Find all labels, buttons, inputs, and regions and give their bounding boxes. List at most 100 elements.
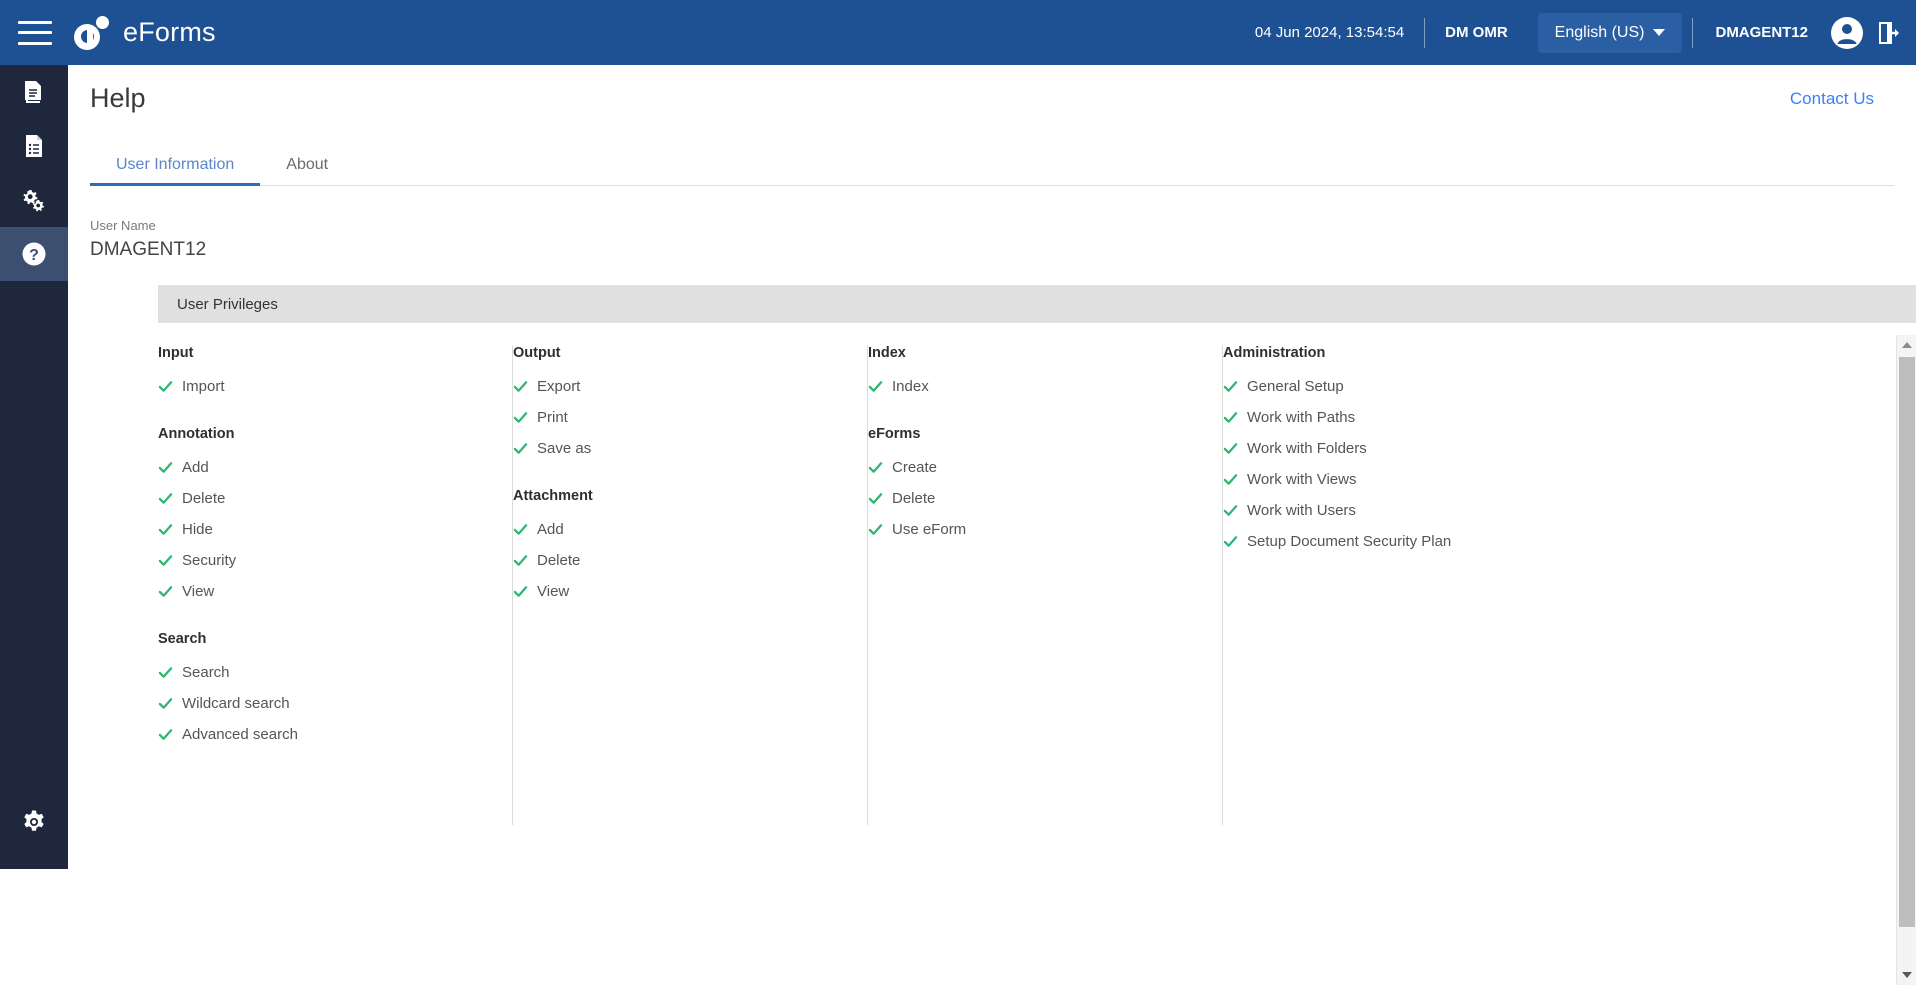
brand-logo[interactable]: eForms: [74, 15, 216, 50]
privilege-group: Output Export Print Save as: [513, 345, 848, 464]
privilege-item-label: Hide: [182, 521, 213, 538]
brand-name: eForms: [123, 17, 216, 47]
svg-text:?: ?: [29, 247, 39, 264]
gears-icon: [23, 190, 44, 212]
user-avatar-icon[interactable]: [1830, 16, 1864, 50]
sidebar-item-documents[interactable]: [0, 65, 68, 119]
privilege-item: Import: [158, 371, 493, 402]
check-icon: [1223, 381, 1238, 392]
scroll-down-button[interactable]: [1897, 965, 1916, 985]
privilege-group-title: eForms: [868, 426, 921, 442]
privilege-item-label: Work with Users: [1247, 502, 1356, 519]
check-icon: [868, 462, 883, 473]
hamburger-line: [18, 41, 52, 45]
eforms-logo-icon: [74, 15, 114, 50]
help-icon: ?: [22, 242, 46, 266]
privilege-item-label: Print: [537, 409, 568, 426]
documents-icon: [25, 81, 41, 103]
user-name-value: DMAGENT12: [90, 239, 207, 260]
privilege-item: Work with Views: [1223, 464, 1558, 495]
page-title: Help: [90, 83, 146, 113]
privilege-column: Index Index eForms Create Delete Use eForm: [868, 345, 1223, 825]
settings-gear-icon: [24, 810, 44, 831]
privilege-item: Wildcard search: [158, 688, 493, 719]
privilege-item-label: Work with Paths: [1247, 409, 1356, 426]
language-selector[interactable]: English (US): [1537, 12, 1683, 53]
header-username: DMAGENT12: [1715, 24, 1808, 41]
privilege-item: Setup Document Security Plan: [1223, 526, 1558, 557]
privilege-item-label: Setup Document Security Plan: [1247, 533, 1452, 550]
check-icon: [1223, 505, 1238, 516]
privilege-item-label: Index: [892, 378, 929, 395]
content-scrollbar[interactable]: [1896, 335, 1916, 985]
check-icon: [158, 586, 173, 597]
privilege-item-label: Advanced search: [182, 726, 298, 743]
scrollbar-thumb[interactable]: [1899, 357, 1915, 927]
privilege-item-label: Work with Folders: [1247, 440, 1367, 457]
privilege-group-title: Search: [158, 631, 207, 647]
privilege-item: Work with Users: [1223, 495, 1558, 526]
privilege-column: Output Export Print Save as Attachment Add Del…: [513, 345, 868, 825]
sidebar-item-help[interactable]: ?: [0, 227, 68, 281]
privilege-group: Annotation Add Delete Hide Security View: [158, 426, 493, 607]
logout-icon[interactable]: [1878, 21, 1900, 45]
privilege-item: Delete: [513, 545, 848, 576]
check-icon: [868, 493, 883, 504]
privilege-group-title: Annotation: [158, 426, 235, 442]
privilege-item: View: [513, 576, 848, 607]
privilege-column: Input Import Annotation Add Delete Hide Securi…: [158, 345, 513, 825]
privilege-item: Security: [158, 545, 493, 576]
sidebar-item-global-settings[interactable]: [0, 795, 68, 849]
contact-us-link[interactable]: Contact Us: [1790, 89, 1874, 109]
privilege-group: Index Index: [868, 345, 1203, 402]
current-datetime: 04 Jun 2024, 13:54:54: [1254, 24, 1405, 41]
privilege-item-label: Security: [182, 552, 237, 569]
privilege-item-label: Work with Views: [1247, 471, 1357, 488]
privilege-item: Use eForm: [868, 514, 1203, 545]
privilege-group: Attachment Add Delete View: [513, 488, 848, 607]
privilege-item-label: Add: [182, 459, 209, 476]
privilege-item-label: Add: [537, 521, 564, 538]
privilege-item: Print: [513, 402, 848, 433]
privilege-group: Input Import: [158, 345, 493, 402]
check-icon: [158, 381, 173, 392]
privilege-group: Search Search Wildcard search Advanced sear…: [158, 631, 493, 750]
tab-user-information[interactable]: User Information: [90, 156, 261, 186]
privilege-group-title: Attachment: [513, 488, 593, 504]
privilege-item-label: Delete: [537, 552, 581, 569]
check-icon: [868, 381, 883, 392]
sidebar-item-settings-gears[interactable]: [0, 173, 68, 227]
language-selector-label: English (US): [1554, 23, 1645, 41]
check-icon: [513, 443, 528, 454]
check-icon: [513, 381, 528, 392]
check-icon: [158, 698, 173, 709]
tab-about[interactable]: About: [260, 156, 354, 185]
user-privileges-section-header: User Privileges: [158, 285, 1916, 323]
check-icon: [158, 493, 173, 504]
privilege-group-title: Output: [513, 345, 561, 361]
privilege-item-label: Wildcard search: [182, 695, 290, 712]
header-right-cluster: 04 Jun 2024, 13:54:54 DM OMR English (US…: [1235, 0, 1916, 65]
hamburger-menu-icon[interactable]: [18, 20, 52, 45]
sidebar-item-document-list[interactable]: [0, 119, 68, 173]
privilege-item: Add: [158, 452, 493, 483]
hamburger-line: [18, 31, 52, 34]
privilege-item: Export: [513, 371, 848, 402]
privilege-item-label: General Setup: [1247, 378, 1344, 395]
privilege-item: Hide: [158, 514, 493, 545]
user-privileges-grid: Input Import Annotation Add Delete Hide Securi…: [158, 345, 1916, 825]
scroll-up-button[interactable]: [1897, 335, 1916, 355]
tab-bar: User Information About: [90, 148, 1894, 186]
privilege-group: Administration General Setup Work with Pat…: [1223, 345, 1558, 557]
privilege-item: Delete: [158, 483, 493, 514]
top-header-bar: eForms 04 Jun 2024, 13:54:54 DM OMR Engl…: [0, 0, 1916, 65]
check-icon: [158, 462, 173, 473]
check-icon: [868, 524, 883, 535]
check-icon: [513, 555, 528, 566]
check-icon: [158, 524, 173, 535]
hamburger-line: [18, 20, 52, 24]
tenant-label: DM OMR: [1445, 24, 1508, 41]
privilege-item-label: Use eForm: [892, 521, 967, 538]
privilege-item: Advanced search: [158, 719, 493, 750]
privilege-item: General Setup: [1223, 371, 1558, 402]
